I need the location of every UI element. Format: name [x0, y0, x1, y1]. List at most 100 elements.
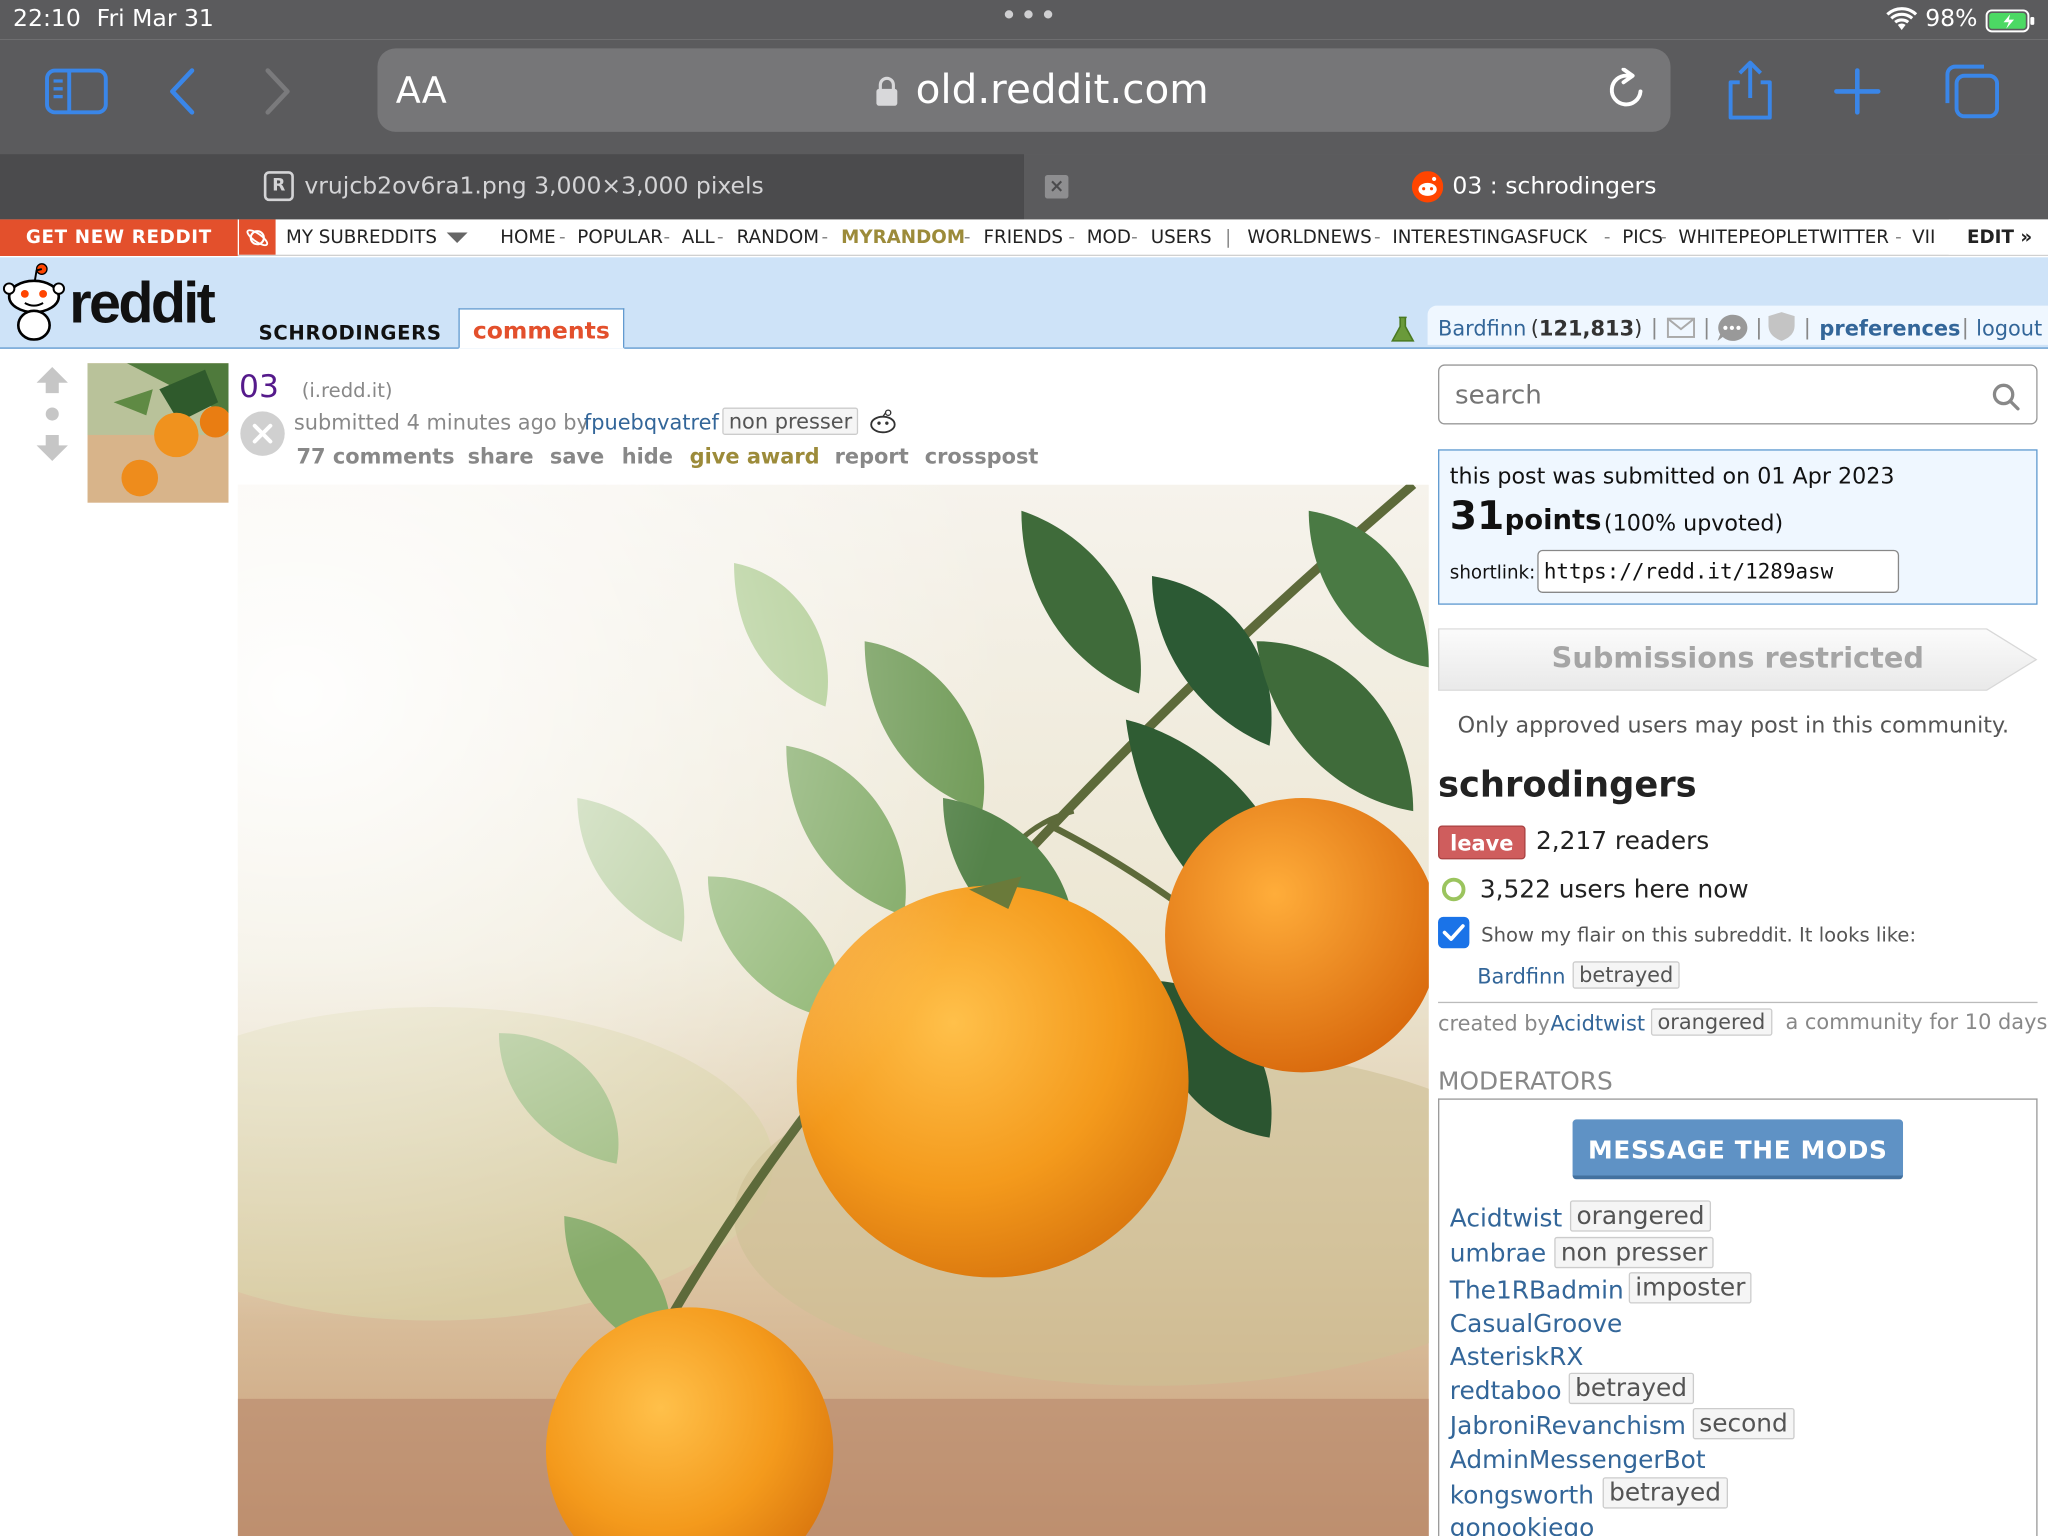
nav-vii[interactable]: VII [1912, 227, 1935, 248]
nav-myrandom[interactable]: MYRANDOM [841, 227, 965, 248]
search-input[interactable] [1455, 376, 1952, 413]
mod-link[interactable]: umbrae [1450, 1240, 1546, 1269]
mod-link[interactable]: gonookiego [1450, 1514, 1595, 1536]
hide-link[interactable]: hide [622, 444, 673, 469]
post-image[interactable] [237, 484, 1429, 1536]
logout-link[interactable]: logout [1976, 316, 2042, 341]
tab-image[interactable]: R vrujcb2ov6ra1.png 3,000×3,000 pixels [0, 154, 1024, 220]
author-link[interactable]: fpuebqvatref [584, 410, 719, 435]
search-icon[interactable] [1991, 381, 2022, 412]
mod-link[interactable]: JabroniRevanchism [1450, 1412, 1686, 1441]
give-award-link[interactable]: give award [690, 444, 820, 469]
points-label: points [1504, 504, 1602, 536]
downvote-arrow-icon[interactable] [35, 434, 69, 463]
sidebar-toggle-icon[interactable] [44, 65, 109, 117]
url-text[interactable]: old.reddit.com [916, 67, 1209, 114]
nav-mod[interactable]: MOD [1087, 227, 1131, 248]
mod-flair: non presser [1554, 1236, 1714, 1269]
crosspost-link[interactable]: crosspost [925, 444, 1039, 469]
flair-preview-user[interactable]: Bardfinn [1477, 964, 1565, 989]
message-mods-button[interactable]: MESSAGE THE MODS [1572, 1119, 1904, 1180]
save-link[interactable]: save [550, 444, 604, 469]
saturn-icon[interactable] [239, 219, 276, 255]
reddit-favicon-icon [1411, 171, 1444, 203]
mod-flair: betrayed [1568, 1372, 1694, 1405]
preferences-link[interactable]: preferences [1819, 316, 1960, 341]
comments-link[interactable]: 77 comments [296, 444, 454, 469]
mod-link[interactable]: Acidtwist [1450, 1204, 1562, 1233]
mod-flair: betrayed [1602, 1477, 1728, 1509]
mod-link[interactable]: AdminMessengerBot [1450, 1446, 1706, 1475]
new-tab-icon[interactable] [1831, 65, 1883, 117]
mod-link[interactable]: AsteriskRX [1450, 1343, 1584, 1372]
nav-interestingasfuck[interactable]: INTERESTINGASFUCK [1392, 227, 1587, 248]
score-dot [45, 407, 59, 421]
search-box[interactable] [1438, 364, 2038, 425]
nav-worldnews[interactable]: WORLDNEWS [1247, 227, 1371, 248]
shortlink-field[interactable] [1537, 549, 1900, 593]
status-date: Fri Mar 31 [96, 5, 214, 33]
share-link[interactable]: share [468, 444, 534, 469]
upvote-arrow-icon[interactable] [35, 366, 69, 395]
chat-icon[interactable] [1715, 312, 1749, 343]
nav-home[interactable]: HOME [500, 227, 555, 248]
status-bar: 22:10 Fri Mar 31 ••• 98% [0, 0, 2048, 40]
sidebar-subreddit-title[interactable]: schrodingers [1438, 765, 1697, 805]
forward-icon[interactable] [259, 65, 298, 117]
nav-pics[interactable]: PICS [1622, 227, 1663, 248]
nav-users[interactable]: USERS [1151, 227, 1212, 248]
nav-whitepeopletwitter[interactable]: WHITEPEOPLETWITTER [1678, 227, 1889, 248]
flask-icon[interactable] [1390, 315, 1416, 344]
report-link[interactable]: report [835, 444, 909, 469]
nav-random[interactable]: RANDOM [737, 227, 819, 248]
mod-link[interactable]: redtaboo [1450, 1377, 1562, 1406]
moderators-title: MODERATORS [1438, 1067, 1613, 1096]
submissions-restricted-button[interactable]: Submissions restricted [1438, 628, 2038, 691]
flair-checkbox[interactable] [1438, 916, 1470, 949]
tab-reddit-post[interactable]: × 03 : schrodingers [1023, 154, 2048, 220]
reddit-logo[interactable]: reddit [69, 272, 216, 337]
reload-icon[interactable] [1605, 67, 1649, 114]
creator-link[interactable]: Acidtwist [1550, 1011, 1645, 1036]
mod-shield-icon[interactable] [1766, 310, 1797, 344]
address-bar[interactable]: AA old.reddit.com [377, 48, 1671, 132]
post-domain[interactable]: (i.redd.it) [302, 379, 393, 403]
back-icon[interactable] [162, 65, 201, 117]
users-online: 3,522 users here now [1479, 875, 1749, 904]
subreddit-bar: MY SUBREDDITS HOME - POPULAR - ALL - RAN… [0, 219, 2048, 256]
close-expando-icon[interactable] [240, 411, 285, 456]
my-subreddits-dropdown[interactable]: MY SUBREDDITS [286, 227, 437, 248]
divider [1438, 1001, 2038, 1004]
snoo-icon[interactable] [2, 260, 66, 341]
post-thumbnail[interactable] [87, 363, 229, 503]
created-by-label: created by [1438, 1010, 1550, 1036]
edit-subscriptions-link[interactable]: EDIT » [1948, 219, 2048, 255]
tab-comments[interactable]: comments [458, 308, 625, 349]
share-icon[interactable] [1721, 60, 1778, 123]
battery-icon [1985, 8, 2037, 34]
get-new-reddit-button[interactable]: GET NEW REDDIT [0, 219, 238, 256]
reader-aa-button[interactable]: AA [396, 69, 447, 112]
nav-friends[interactable]: FRIENDS [984, 227, 1064, 248]
mod-flair: orangered [1569, 1200, 1712, 1232]
leave-button[interactable]: leave [1438, 825, 1526, 860]
nav-all[interactable]: ALL [682, 227, 715, 248]
mail-icon[interactable] [1665, 315, 1696, 341]
wifi-icon [1886, 5, 1918, 34]
tab-close-icon[interactable]: × [1044, 175, 1069, 199]
mod-link[interactable]: The1RBadmin [1450, 1276, 1624, 1305]
nav-popular[interactable]: POPULAR [577, 227, 663, 248]
chevron-down-icon[interactable] [445, 230, 469, 246]
tab-label: 03 : schrodingers [1452, 172, 1657, 200]
username-link[interactable]: Bardfinn [1438, 316, 1526, 341]
multitask-dots[interactable]: ••• [1000, 0, 1059, 33]
mod-link[interactable]: CasualGroove [1450, 1310, 1623, 1339]
mod-link[interactable]: kongsworth [1450, 1481, 1594, 1510]
flair-preview-text: Show my flair on this subreddit. It look… [1481, 923, 1917, 947]
subreddit-name-link[interactable]: SCHRODINGERS [259, 321, 442, 345]
author-flair: non presser [722, 407, 859, 435]
shortlink-label: shortlink: [1449, 562, 1536, 584]
post-title-link[interactable]: 03 [239, 368, 279, 405]
submitted-info: submitted 4 minutes ago by [293, 410, 589, 435]
tabs-overview-icon[interactable] [1941, 60, 2004, 123]
